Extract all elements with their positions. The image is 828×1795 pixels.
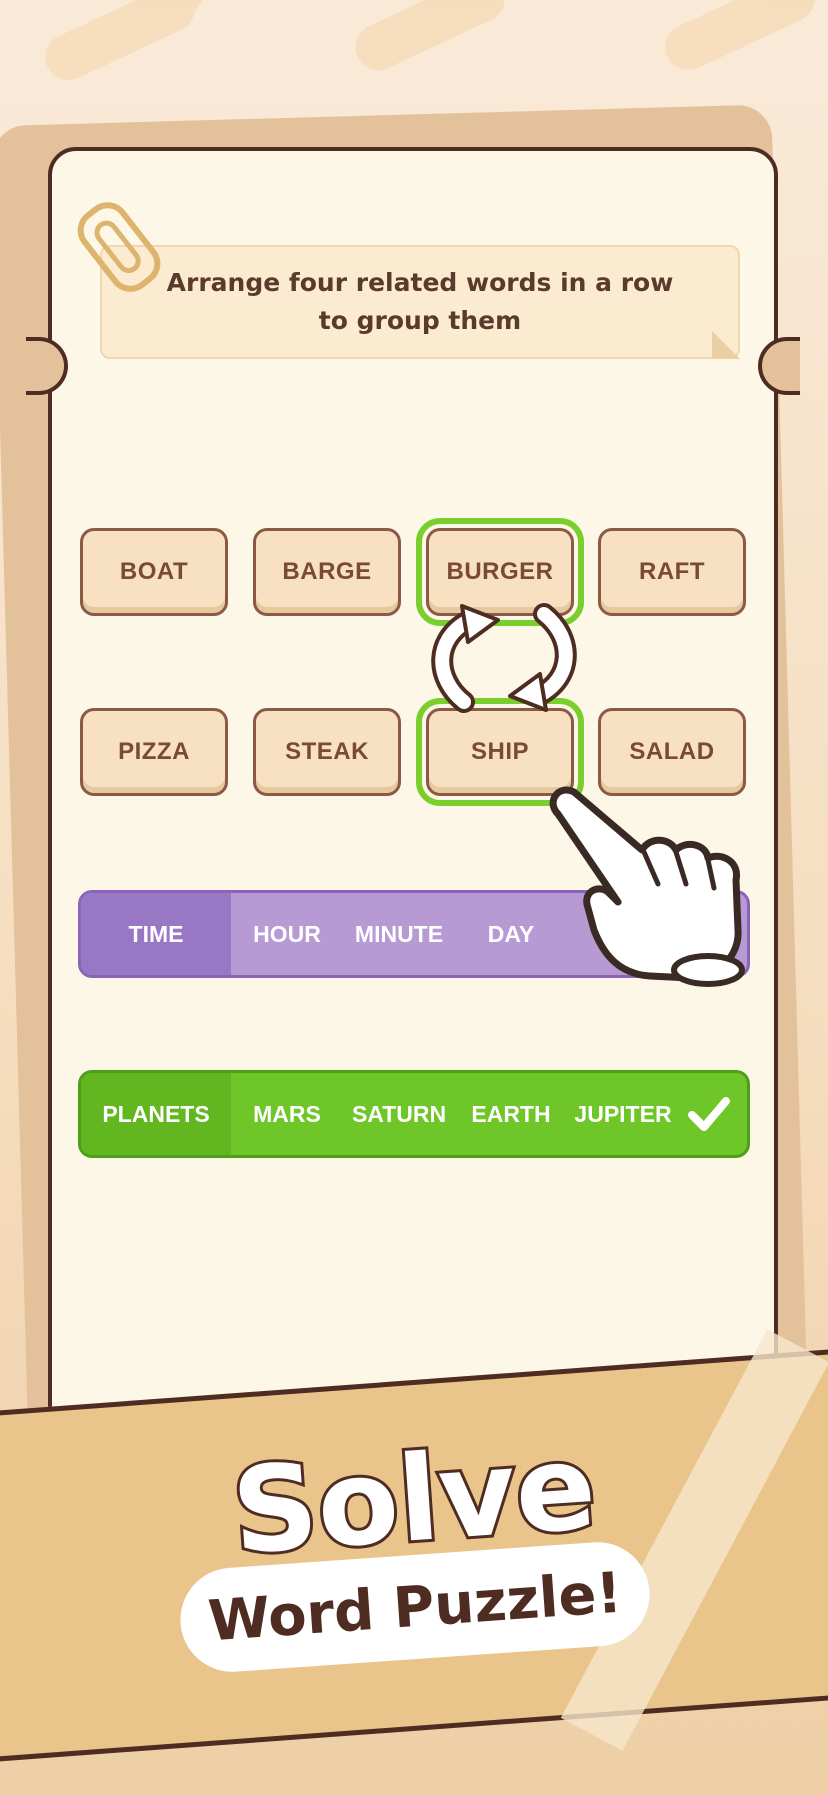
group-word: HOUR [253,920,321,947]
group-word: JUPITER [574,1100,672,1127]
tile-label: BOAT [119,558,189,585]
banner-subtitle: Word Puzzle! [206,1560,624,1654]
checkmark-icon [685,1090,733,1138]
tile-label: RAFT [639,558,705,585]
group-category: TIME [81,893,231,975]
bg-pencil-decoration [657,0,823,78]
group-word: MINUTE [354,920,444,947]
group-row-planets: PLANETS MARS SATURN EARTH JUPITER [78,1070,750,1158]
instruction-note: Arrange four related words in a row to g… [100,245,740,359]
pointing-hand-icon [549,786,745,987]
instruction-text: Arrange four related words in a row to g… [166,268,674,335]
word-tile[interactable]: RAFT [598,528,746,616]
card-notch-right [758,337,800,395]
tile-label: PIZZA [118,738,190,765]
tile-label: STEAK [285,738,369,765]
group-word: MARS [253,1100,321,1127]
group-word: EARTH [471,1100,551,1127]
tile-label: BARGE [282,558,372,585]
bg-pencil-decoration [347,0,513,78]
tile-label: SHIP [470,738,529,765]
swap-arrows-icon [431,603,577,713]
tile-label: SALAD [629,738,715,765]
bg-pencil-decoration [37,0,203,88]
group-category: PLANETS [81,1073,231,1155]
card-notch-left [26,337,68,395]
note-fold [712,331,740,359]
word-tile[interactable]: PIZZA [80,708,228,796]
group-word: SATURN [351,1100,447,1127]
tile-label: BURGER [446,558,554,585]
word-tile[interactable]: BARGE [253,528,401,616]
word-tile[interactable]: STEAK [253,708,401,796]
word-tile[interactable]: BOAT [80,528,228,616]
